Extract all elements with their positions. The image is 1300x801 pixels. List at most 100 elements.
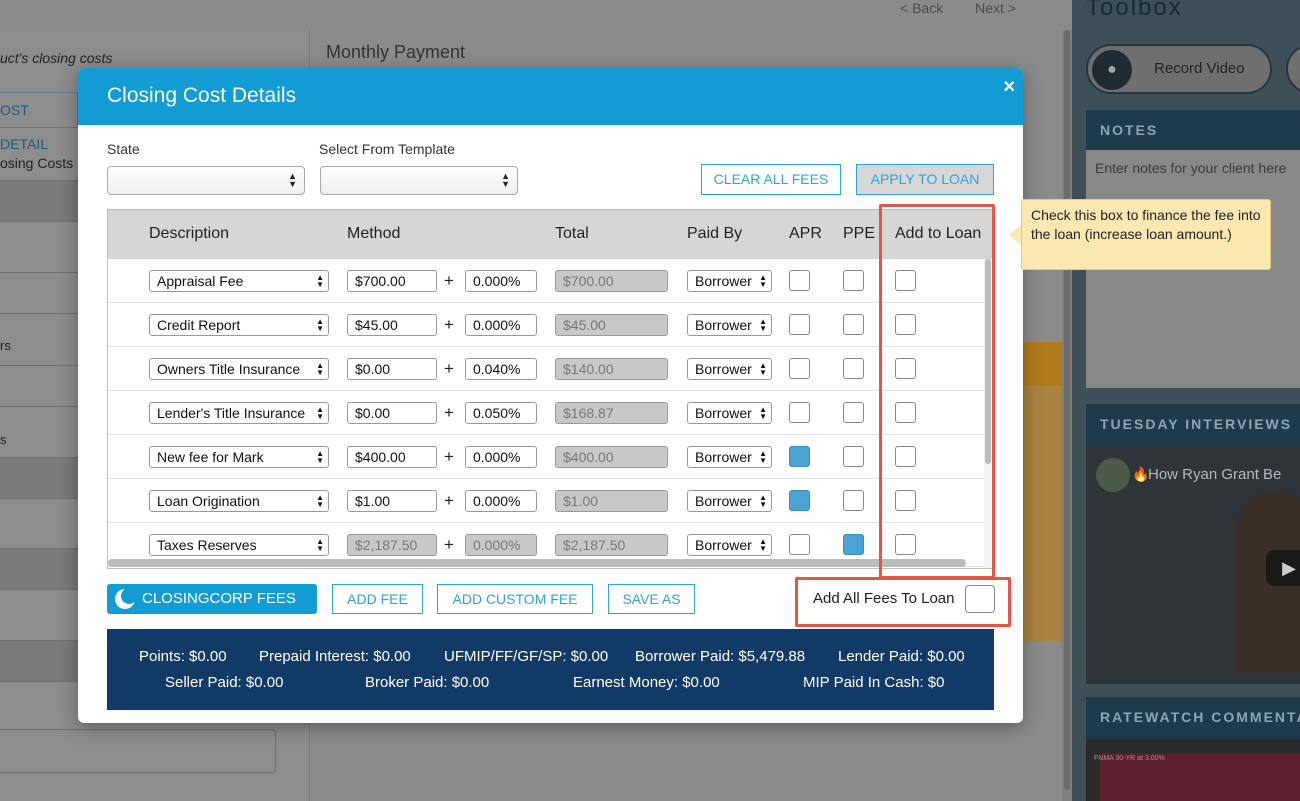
tuesday-interviews-heading: TUESDAY INTERVIEWS bbox=[1086, 404, 1300, 446]
ppe-checkbox[interactable] bbox=[843, 490, 864, 511]
state-select[interactable]: ▲ ▼ bbox=[107, 166, 305, 195]
add-custom-fee-button[interactable]: ADD CUSTOM FEE bbox=[437, 584, 593, 614]
apr-checkbox[interactable] bbox=[789, 490, 810, 511]
monthly-payment-heading: Monthly Payment bbox=[326, 42, 466, 62]
apply-to-loan-button[interactable]: APPLY TO LOAN bbox=[856, 164, 994, 195]
fee-amount-input[interactable]: $1.00 bbox=[347, 490, 437, 512]
left-row bbox=[0, 180, 78, 222]
fee-description-select[interactable]: Loan Origination ▲ ▼ bbox=[149, 490, 329, 512]
play-icon[interactable]: ▶ bbox=[1266, 550, 1300, 586]
fee-amount-input[interactable]: $400.00 bbox=[347, 446, 437, 468]
fee-description-select[interactable]: New fee for Mark ▲ ▼ bbox=[149, 446, 329, 468]
add-to-loan-checkbox[interactable] bbox=[895, 402, 916, 423]
close-icon[interactable]: × bbox=[1003, 76, 1015, 99]
secondary-toolbox-button[interactable] bbox=[1286, 44, 1300, 94]
paid-by-select[interactable]: Borrower ▲ ▼ bbox=[687, 446, 772, 468]
back-link[interactable]: < Back bbox=[900, 0, 943, 16]
fee-percent-input[interactable]: 0.000% bbox=[465, 270, 537, 292]
fee-amount-input[interactable]: $45.00 bbox=[347, 314, 437, 336]
apr-checkbox[interactable] bbox=[789, 358, 810, 379]
ppe-checkbox[interactable] bbox=[843, 270, 864, 291]
select-arrows-icon: ▲ ▼ bbox=[316, 449, 324, 465]
ppe-checkbox[interactable] bbox=[843, 446, 864, 467]
add-to-loan-checkbox[interactable] bbox=[895, 490, 916, 511]
cost-detail-tab[interactable]: OST DETAIL bbox=[0, 92, 78, 152]
fee-amount-input[interactable]: $0.00 bbox=[347, 402, 437, 424]
paid-by-select[interactable]: Borrower ▲ ▼ bbox=[687, 314, 772, 336]
apr-checkbox[interactable] bbox=[789, 402, 810, 423]
clear-all-fees-button[interactable]: CLEAR ALL FEES bbox=[701, 164, 841, 195]
fee-description-select[interactable]: Credit Report ▲ ▼ bbox=[149, 314, 329, 336]
column-method: Method bbox=[347, 225, 401, 242]
paid-by-value: Borrower bbox=[695, 317, 752, 333]
fee-description-select[interactable]: Appraisal Fee ▲ ▼ bbox=[149, 270, 329, 292]
fee-percent-input[interactable]: 0.000% bbox=[465, 314, 537, 336]
fee-description-select[interactable]: Taxes Reserves ▲ ▼ bbox=[149, 534, 329, 556]
next-link[interactable]: Next > bbox=[975, 0, 1016, 16]
fee-amount-input[interactable]: $700.00 bbox=[347, 270, 437, 292]
fee-description-select[interactable]: Lender's Title Insurance ▲ ▼ bbox=[149, 402, 329, 424]
add-to-loan-checkbox[interactable] bbox=[895, 270, 916, 291]
add-fee-button[interactable]: ADD FEE bbox=[332, 584, 423, 614]
channel-avatar bbox=[1096, 458, 1130, 492]
fee-description: Lender's Title Insurance bbox=[157, 405, 306, 421]
apr-checkbox[interactable] bbox=[789, 534, 810, 555]
paid-by-value: Borrower bbox=[695, 405, 752, 421]
record-video-button[interactable]: ● Record Video bbox=[1086, 44, 1272, 94]
apr-checkbox[interactable] bbox=[789, 270, 810, 291]
add-to-loan-checkbox[interactable] bbox=[895, 314, 916, 335]
apr-checkbox[interactable] bbox=[789, 446, 810, 467]
fee-total: $140.00 bbox=[555, 358, 668, 380]
column-total: Total bbox=[555, 225, 589, 242]
closingcorp-fees-label: CLOSINGCORP FEES bbox=[142, 590, 296, 607]
fee-description: Taxes Reserves bbox=[157, 537, 257, 553]
table-horizontal-scrollbar-thumb[interactable] bbox=[108, 559, 966, 567]
paid-by-select[interactable]: Borrower ▲ ▼ bbox=[687, 490, 772, 512]
template-select[interactable]: ▲ ▼ bbox=[320, 166, 518, 195]
paid-by-select[interactable]: Borrower ▲ ▼ bbox=[687, 402, 772, 424]
record-video-label: Record Video bbox=[1154, 60, 1245, 77]
select-arrows-icon: ▲ ▼ bbox=[759, 317, 767, 333]
add-to-loan-checkbox[interactable] bbox=[895, 534, 916, 555]
ratewatch-heading: RATEWATCH COMMENTA bbox=[1086, 697, 1300, 739]
moon-icon-cutout bbox=[121, 588, 137, 604]
add-all-fees-checkbox[interactable] bbox=[965, 585, 995, 613]
ppe-checkbox[interactable] bbox=[843, 534, 864, 555]
ppe-checkbox[interactable] bbox=[843, 402, 864, 423]
left-input[interactable] bbox=[0, 729, 276, 773]
fee-percent-input[interactable]: 0.050% bbox=[465, 402, 537, 424]
table-row: Loan Origination ▲ ▼ $1.00 +0.000% $1.00 Borro… bbox=[108, 479, 984, 523]
summary-mip-paid-in-cash: MIP Paid In Cash: $0 bbox=[803, 674, 945, 691]
fee-percent-input[interactable]: 0.040% bbox=[465, 358, 537, 380]
select-arrows-icon: ▲ ▼ bbox=[759, 537, 767, 553]
paid-by-select[interactable]: Borrower ▲ ▼ bbox=[687, 534, 772, 556]
fee-description: New fee for Mark bbox=[157, 449, 264, 465]
notes-input[interactable]: Enter notes for your client here bbox=[1086, 150, 1300, 186]
ppe-checkbox[interactable] bbox=[843, 314, 864, 335]
apr-checkbox[interactable] bbox=[789, 314, 810, 335]
template-label: Select From Template bbox=[319, 141, 455, 157]
page-scrollbar-thumb[interactable] bbox=[1064, 30, 1070, 790]
fee-amount-input[interactable]: $0.00 bbox=[347, 358, 437, 380]
add-to-loan-checkbox[interactable] bbox=[895, 358, 916, 379]
column-apr: APR bbox=[789, 225, 822, 242]
fee-description-select[interactable]: Owners Title Insurance ▲ ▼ bbox=[149, 358, 329, 380]
fee-percent-input[interactable]: 0.000% bbox=[465, 446, 537, 468]
table-vertical-scrollbar-thumb[interactable] bbox=[985, 259, 991, 464]
ppe-checkbox[interactable] bbox=[843, 358, 864, 379]
select-arrows-icon: ▲ ▼ bbox=[501, 171, 510, 189]
table-row: Credit Report ▲ ▼ $45.00 +0.000% $45.00 Borrow… bbox=[108, 303, 984, 347]
summary-borrower-paid: Borrower Paid: $5,479.88 bbox=[635, 648, 806, 665]
paid-by-select[interactable]: Borrower ▲ ▼ bbox=[687, 358, 772, 380]
save-as-button[interactable]: SAVE AS bbox=[608, 584, 695, 614]
paid-by-select[interactable]: Borrower ▲ ▼ bbox=[687, 270, 772, 292]
chart-bar bbox=[1023, 342, 1063, 642]
fee-percent-input[interactable]: 0.000% bbox=[465, 490, 537, 512]
table-row: Owners Title Insurance ▲ ▼ $0.00 +0.040% $140… bbox=[108, 347, 984, 391]
video-title[interactable]: How Ryan Grant Be bbox=[1148, 466, 1281, 483]
plus-sign: + bbox=[444, 491, 454, 510]
add-to-loan-checkbox[interactable] bbox=[895, 446, 916, 467]
ratewatch-chart-label: FNMA 30-YR at 3.00% bbox=[1094, 755, 1165, 762]
select-arrows-icon: ▲ ▼ bbox=[316, 317, 324, 333]
closingcorp-fees-button[interactable]: CLOSINGCORP FEES bbox=[107, 584, 317, 614]
